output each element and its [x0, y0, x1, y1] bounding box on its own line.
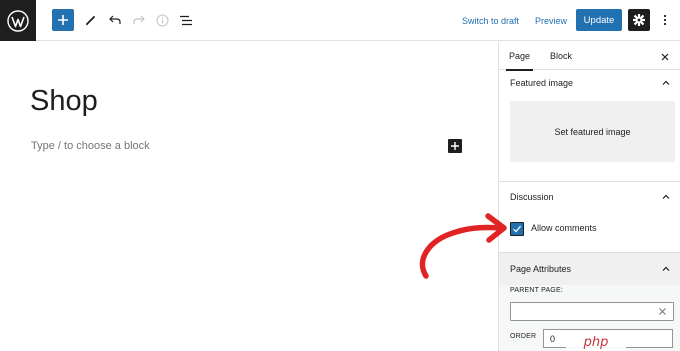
settings-sidebar: Page Block Featured image Set featured i… — [498, 42, 680, 351]
chevron-up-icon — [662, 194, 670, 199]
plus-icon — [451, 142, 459, 150]
undo-icon — [109, 15, 121, 24]
editor-canvas: Shop Type / to choose a block — [0, 42, 498, 351]
order-value: 0 — [550, 333, 556, 344]
checkmark-icon — [513, 225, 522, 233]
tab-page[interactable]: Page — [505, 42, 534, 71]
plus-icon — [58, 15, 68, 25]
block-inserter-button[interactable] — [52, 9, 74, 31]
php-watermark-logo: php — [566, 331, 626, 351]
switch-to-draft-button[interactable]: Switch to draft — [462, 14, 519, 28]
chevron-up-icon — [662, 266, 670, 271]
order-label: ORDER — [510, 333, 537, 340]
divider — [499, 181, 680, 182]
parent-page-label: PARENT PAGE: — [510, 287, 563, 294]
redo-icon — [133, 15, 145, 24]
settings-button[interactable] — [628, 9, 650, 31]
allow-comments-checkbox[interactable] — [510, 222, 524, 236]
page-attributes-panel-toggle[interactable]: Page Attributes — [499, 253, 680, 285]
sidebar-tabs: Page Block — [499, 42, 680, 71]
update-button[interactable]: Update — [576, 9, 622, 31]
more-vertical-icon — [663, 14, 667, 26]
redo-button[interactable] — [131, 8, 147, 32]
wordpress-logo-button[interactable] — [0, 0, 36, 41]
details-button[interactable] — [154, 8, 170, 32]
parent-page-field[interactable] — [510, 302, 674, 321]
list-view-button[interactable] — [178, 8, 194, 32]
allow-comments-label[interactable]: Allow comments — [531, 223, 597, 233]
panel-title: Featured image — [510, 78, 574, 88]
editor-toolbar: Switch to draft Preview Update — [0, 0, 680, 41]
block-placeholder[interactable]: Type / to choose a block — [31, 140, 150, 152]
wordpress-icon — [7, 9, 29, 32]
panel-title: Discussion — [510, 192, 554, 202]
annotation-arrow-icon — [419, 213, 507, 279]
add-block-button[interactable] — [448, 139, 462, 153]
discussion-panel-toggle[interactable]: Discussion — [499, 184, 680, 210]
close-sidebar-button[interactable] — [659, 50, 671, 62]
svg-text:php: php — [583, 335, 609, 350]
preview-button[interactable]: Preview — [535, 14, 567, 28]
options-menu-button[interactable] — [660, 8, 670, 32]
clear-icon[interactable] — [658, 307, 667, 316]
close-icon — [661, 53, 669, 61]
set-featured-image-button[interactable]: Set featured image — [510, 101, 675, 162]
list-view-icon — [180, 15, 192, 25]
info-icon — [156, 14, 168, 26]
panel-title: Page Attributes — [510, 264, 572, 274]
gear-icon — [633, 14, 645, 26]
chevron-up-icon — [662, 80, 670, 85]
tools-button[interactable] — [83, 8, 99, 32]
featured-image-panel-toggle[interactable]: Featured image — [499, 70, 680, 96]
tab-block[interactable]: Block — [550, 42, 572, 70]
pencil-icon — [86, 16, 95, 26]
page-title[interactable]: Shop — [30, 85, 98, 118]
undo-button[interactable] — [107, 8, 123, 32]
